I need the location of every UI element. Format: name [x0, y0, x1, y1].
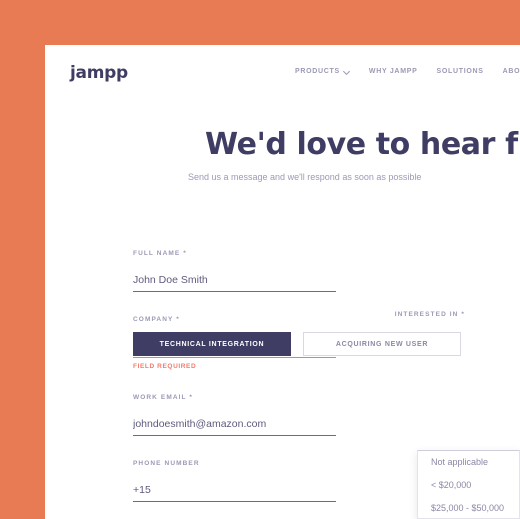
nav-item-solutions[interactable]: SOLUTIONS: [436, 68, 483, 75]
page-subtitle: Send us a message and we'll respond as s…: [188, 172, 422, 182]
nav-item-why-jampp-label: WHY JAMPP: [368, 68, 418, 75]
main-navigation: PRODUCTS WHY JAMPP SOLUTIONS ABOU: [295, 68, 520, 75]
budget-dropdown-panel: Not applicable < $20,000 $25,000 - $50,0…: [417, 450, 520, 519]
hero-section: We'd love to hear from y Send us a messa…: [45, 127, 520, 182]
interested-in-label: INTERESTED IN *: [394, 311, 465, 318]
nav-item-about-label: ABOU: [502, 68, 520, 75]
nav-item-why-jampp[interactable]: WHY JAMPP: [369, 68, 418, 75]
field-phone-number: PHONE NUMBER: [133, 460, 336, 502]
nav-item-products[interactable]: PRODUCTS: [295, 68, 350, 75]
work-email-input[interactable]: [133, 418, 336, 436]
page-title: We'd love to hear from y: [205, 127, 520, 162]
interested-in-section: INTERESTED IN * TECHNICAL INTEGRATION AC…: [133, 311, 520, 356]
dropdown-option-not-applicable[interactable]: Not applicable: [418, 451, 519, 474]
site-header: jampp PRODUCTS WHY JAMPP SOLUTIONS ABOU: [45, 45, 520, 102]
nav-item-products-label: PRODUCTS: [295, 68, 340, 75]
contact-page-card: jampp PRODUCTS WHY JAMPP SOLUTIONS ABOU: [45, 45, 520, 519]
company-error-message: FIELD REQUIRED: [133, 363, 197, 370]
field-full-name: FULL NAME *: [133, 250, 336, 292]
phone-number-input[interactable]: [133, 484, 336, 502]
jampp-logo[interactable]: jampp: [70, 63, 128, 83]
field-phone-number-label: PHONE NUMBER: [133, 460, 200, 467]
full-name-input[interactable]: [133, 274, 336, 292]
dropdown-option-25000-50000[interactable]: $25,000 - $50,000: [418, 497, 519, 518]
field-work-email-label: WORK EMAIL *: [133, 394, 194, 401]
browser-viewport: jampp PRODUCTS WHY JAMPP SOLUTIONS ABOU: [0, 0, 520, 519]
option-acquiring-new-users[interactable]: ACQUIRING NEW USER: [303, 332, 461, 356]
field-work-email: WORK EMAIL *: [133, 394, 336, 436]
nav-item-solutions-label: SOLUTIONS: [436, 68, 484, 75]
nav-item-about[interactable]: ABOU: [503, 68, 520, 75]
option-technical-integration[interactable]: TECHNICAL INTEGRATION: [133, 332, 291, 356]
dropdown-option-under-20000[interactable]: < $20,000: [418, 474, 519, 497]
interested-in-options: TECHNICAL INTEGRATION ACQUIRING NEW USER: [133, 332, 520, 356]
field-full-name-label: FULL NAME *: [133, 250, 187, 257]
chevron-down-icon: [344, 69, 350, 75]
